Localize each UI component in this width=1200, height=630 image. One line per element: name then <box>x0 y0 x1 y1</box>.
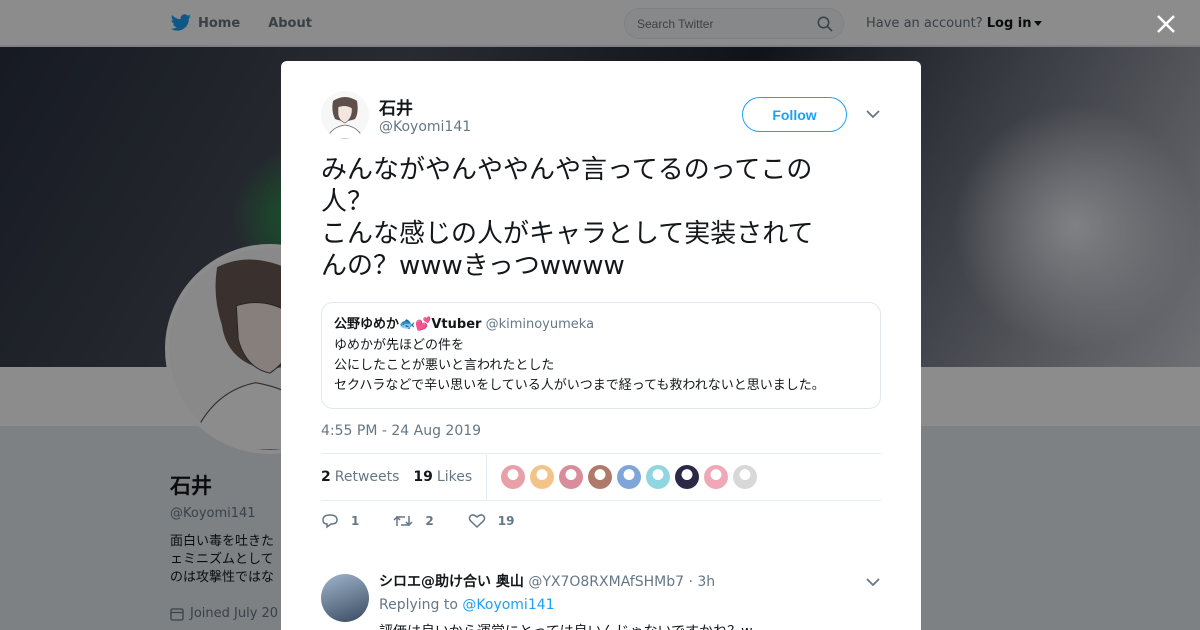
author-avatar-drawing <box>321 91 369 139</box>
quoted-author-handle: @kiminoyumeka <box>485 317 595 332</box>
tweet-text: みんながやんややんや言ってるのってこの 人？ こんな感じの人がキャラとして実装さ… <box>321 155 814 281</box>
tweet-timestamp[interactable]: 4:55 PM - 24 Aug 2019 <box>321 423 481 439</box>
retweet-action[interactable]: 2 <box>393 513 434 529</box>
reply-time[interactable]: · 3h <box>688 574 715 590</box>
reply-action[interactable]: 1 <box>321 513 359 529</box>
liker-avatar[interactable] <box>501 465 526 489</box>
tweet-stats: 2 Retweets 19 Likes <box>321 453 881 501</box>
liker-avatar[interactable] <box>646 465 671 489</box>
liker-avatar[interactable] <box>617 465 642 489</box>
replying-to: Replying to @Koyomi141 <box>379 597 555 613</box>
quoted-tweet-header: 公野ゆめか🐟💕Vtuber @kiminoyumeka <box>334 316 868 334</box>
retweets-label: Retweets <box>334 469 400 485</box>
chevron-down-icon[interactable] <box>866 109 880 119</box>
retweet-count: 2 <box>425 514 434 528</box>
liker-avatar[interactable] <box>530 465 555 489</box>
tweet-author-avatar[interactable] <box>321 91 369 139</box>
like-count: 19 <box>497 514 515 528</box>
replying-prefix: Replying to <box>379 597 458 613</box>
liker-avatar[interactable] <box>704 465 729 489</box>
stats-divider <box>486 453 488 501</box>
reply-text: 評価は良いから運営にとっては良いんじゃないですかね？w <box>379 621 753 630</box>
like-action[interactable]: 19 <box>468 513 515 529</box>
retweets-stat[interactable]: 2 Retweets <box>321 469 399 485</box>
retweet-icon <box>393 515 413 527</box>
tweet-author-handle[interactable]: @Koyomi141 <box>379 119 471 135</box>
reply-icon <box>322 514 338 529</box>
reply-count: 1 <box>351 514 360 528</box>
liker-avatar[interactable] <box>559 465 584 489</box>
liker-avatars <box>501 465 758 489</box>
replying-to-link[interactable]: @Koyomi141 <box>462 597 554 613</box>
likes-label: Likes <box>436 469 473 485</box>
reply-chevron-down-icon[interactable] <box>866 577 880 587</box>
quoted-tweet[interactable]: 公野ゆめか🐟💕Vtuber @kiminoyumeka ゆめかが先ほどの件を 公… <box>321 302 881 409</box>
tweet-author-name[interactable]: 石井 <box>379 94 413 119</box>
quoted-tweet-text: ゆめかが先ほどの件を 公にしたことが悪いと言われたとした セクハラなどで辛い思い… <box>334 338 825 393</box>
close-icon[interactable] <box>1155 13 1177 35</box>
retweets-count: 2 <box>321 469 331 485</box>
quoted-author-name: 公野ゆめか🐟💕Vtuber <box>334 317 482 332</box>
liker-avatar[interactable] <box>675 465 700 489</box>
reply-author-avatar[interactable] <box>321 574 369 622</box>
follow-button[interactable]: Follow <box>742 97 847 132</box>
tweet-modal: 石井 @Koyomi141 Follow みんながやんややんや言ってるのってこの… <box>281 61 921 630</box>
likes-count: 19 <box>413 469 433 485</box>
reply-header: シロエ@助け合い 奥山 @YX7O8RXMAfSHMb7 · 3h <box>379 571 715 591</box>
heart-icon <box>468 514 486 529</box>
likes-stat[interactable]: 19 Likes <box>413 469 472 485</box>
liker-avatar[interactable] <box>733 465 758 489</box>
tweet-actions: 1 2 19 <box>321 513 548 529</box>
reply-author-handle[interactable]: @YX7O8RXMAfSHMb7 <box>528 574 684 590</box>
reply-author-name[interactable]: シロエ@助け合い 奥山 <box>379 574 524 590</box>
liker-avatar[interactable] <box>588 465 613 489</box>
